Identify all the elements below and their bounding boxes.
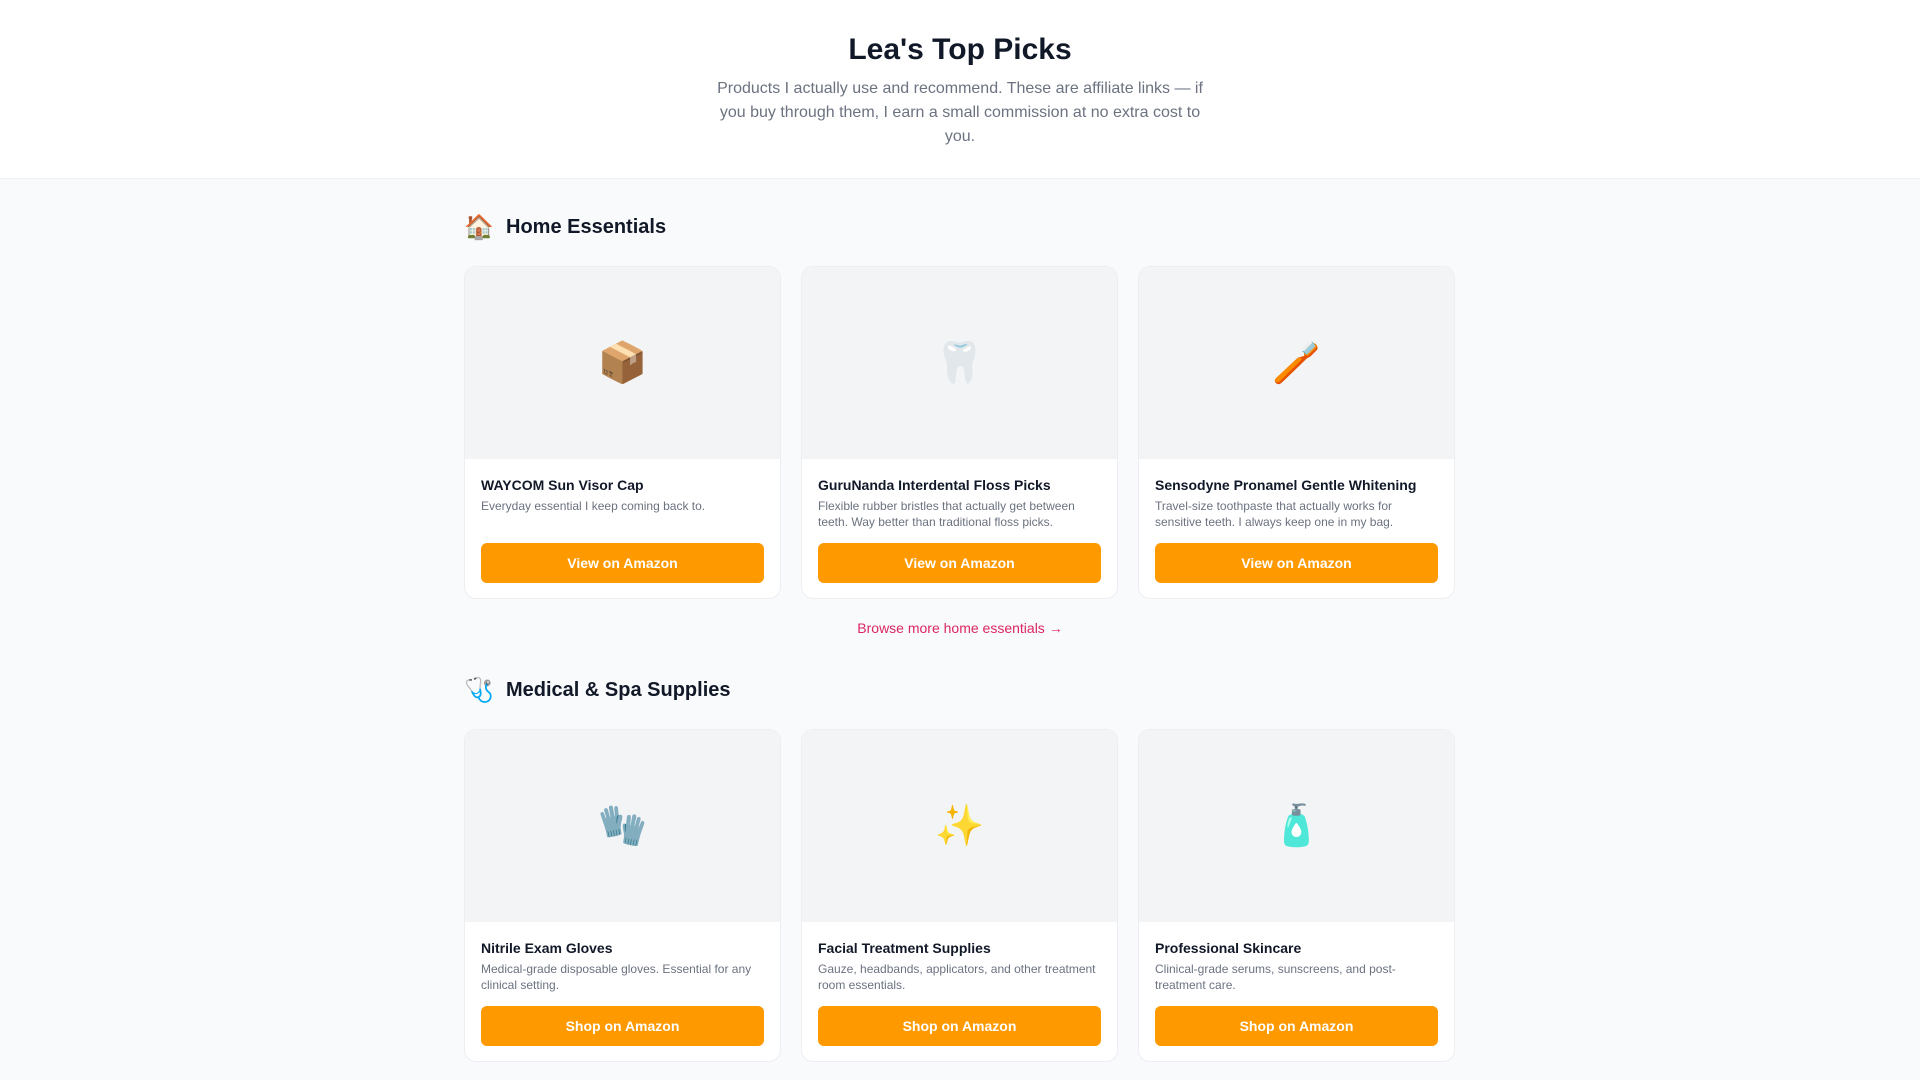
shop-on-amazon-button[interactable]: Shop on Amazon [818, 1006, 1101, 1046]
section-title: Home Essentials [506, 216, 667, 238]
product-image: 🧤 [465, 730, 780, 922]
product-description: Travel-size toothpaste that actually wor… [1155, 499, 1394, 529]
lotion-bottle-icon: 🧴 [1271, 803, 1322, 849]
product-description: Medical-grade disposable gloves. Essenti… [481, 962, 752, 992]
stethoscope-icon: 🩺 [464, 676, 494, 704]
gloves-icon: 🧤 [597, 803, 648, 849]
card-body: Professional Skincare Clinical-grade ser… [1139, 922, 1454, 1046]
product-card: ✨ Facial Treatment Supplies Gauze, headb… [801, 729, 1118, 1062]
page-title: Lea's Top Picks [848, 33, 1072, 66]
product-card: 🧤 Nitrile Exam Gloves Medical-grade disp… [464, 729, 781, 1062]
section-header: 🩺 Medical & Spa Supplies [464, 674, 1456, 706]
product-image: 🧴 [1139, 730, 1454, 922]
section-home-essentials: 🏠 Home Essentials 📦 WAYCOM Sun Visor Cap… [464, 211, 1456, 657]
view-on-amazon-button[interactable]: View on Amazon [818, 543, 1101, 583]
package-icon: 📦 [597, 340, 648, 386]
section-header: 🏠 Home Essentials [464, 211, 1456, 243]
card-body: Sensodyne Pronamel Gentle Whitening Trav… [1139, 459, 1454, 583]
product-card: 🦷 GuruNanda Interdental Floss Picks Flex… [801, 266, 1118, 599]
browse-link-container: Browse more home essentials → [464, 599, 1456, 657]
card-body: Nitrile Exam Gloves Medical-grade dispos… [465, 922, 780, 1046]
product-name: GuruNanda Interdental Floss Picks [818, 477, 1051, 493]
product-card: 📦 WAYCOM Sun Visor Cap Everyday essentia… [464, 266, 781, 599]
page-subtitle: Products I actually use and recommend. T… [717, 80, 1203, 145]
product-grid: 📦 WAYCOM Sun Visor Cap Everyday essentia… [464, 266, 1456, 599]
product-description: Gauze, headbands, applicators, and other… [818, 962, 1096, 992]
page-header: Lea's Top Picks Products I actually use … [0, 0, 1920, 179]
product-grid: 🧤 Nitrile Exam Gloves Medical-grade disp… [464, 729, 1456, 1062]
product-card: 🧴 Professional Skincare Clinical-grade s… [1138, 729, 1455, 1062]
product-description: Flexible rubber bristles that actually g… [818, 499, 1075, 529]
section-medical-spa-supplies: 🩺 Medical & Spa Supplies 🧤 Nitrile Exam … [464, 674, 1456, 1062]
card-body: WAYCOM Sun Visor Cap Everyday essential … [465, 459, 780, 583]
view-on-amazon-button[interactable]: View on Amazon [1155, 543, 1438, 583]
browse-more-link[interactable]: Browse more home essentials → [857, 620, 1062, 636]
product-description: Everyday essential I keep coming back to… [481, 499, 706, 513]
product-name: Nitrile Exam Gloves [481, 940, 613, 956]
house-icon: 🏠 [464, 213, 494, 241]
product-name: Sensodyne Pronamel Gentle Whitening [1155, 477, 1417, 493]
toothbrush-icon: 🪥 [1271, 340, 1322, 386]
product-name: Professional Skincare [1155, 940, 1302, 956]
product-name: WAYCOM Sun Visor Cap [481, 477, 644, 493]
view-on-amazon-button[interactable]: View on Amazon [481, 543, 764, 583]
product-image: 🦷 [802, 267, 1117, 459]
section-title: Medical & Spa Supplies [506, 679, 731, 701]
sparkles-icon: ✨ [934, 803, 985, 849]
tooth-icon: 🦷 [934, 340, 985, 386]
card-body: GuruNanda Interdental Floss Picks Flexib… [802, 459, 1117, 583]
product-image: ✨ [802, 730, 1117, 922]
card-body: Facial Treatment Supplies Gauze, headban… [802, 922, 1117, 1046]
main-content: 🏠 Home Essentials 📦 WAYCOM Sun Visor Cap… [464, 179, 1456, 1062]
product-image: 🪥 [1139, 267, 1454, 459]
shop-on-amazon-button[interactable]: Shop on Amazon [481, 1006, 764, 1046]
product-card: 🪥 Sensodyne Pronamel Gentle Whitening Tr… [1138, 266, 1455, 599]
product-description: Clinical-grade serums, sunscreens, and p… [1155, 962, 1396, 992]
product-name: Facial Treatment Supplies [818, 940, 991, 956]
shop-on-amazon-button[interactable]: Shop on Amazon [1155, 1006, 1438, 1046]
product-image: 📦 [465, 267, 780, 459]
